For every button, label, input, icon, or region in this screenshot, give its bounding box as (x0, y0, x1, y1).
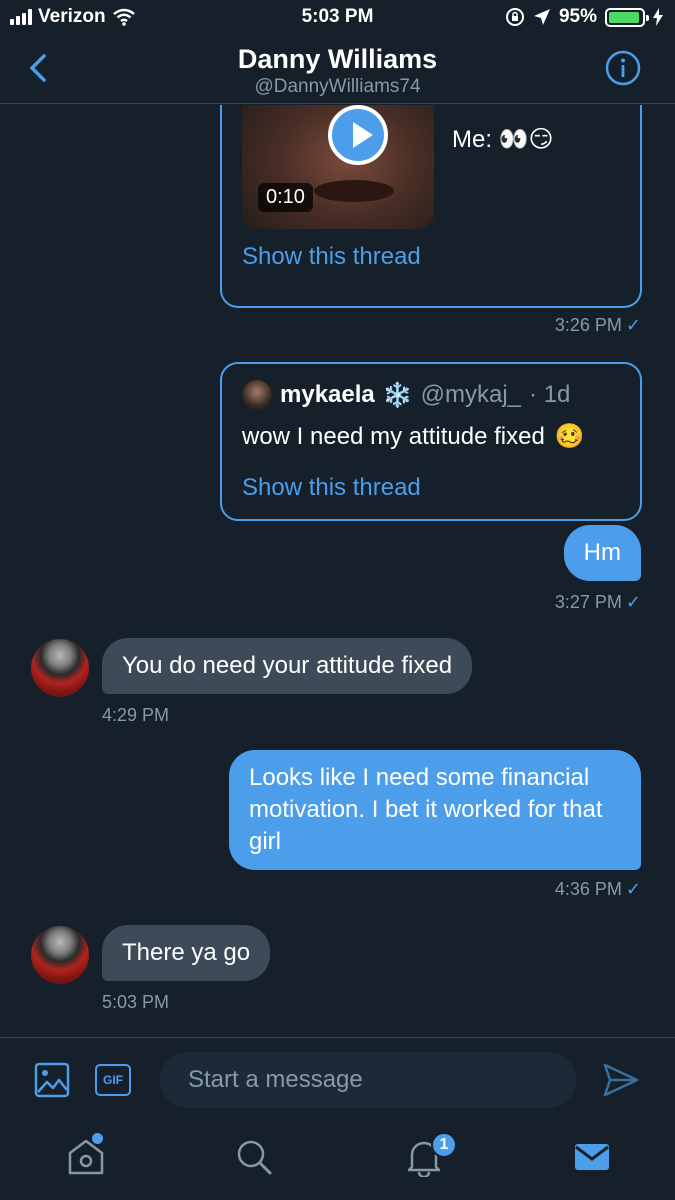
search-tab[interactable] (234, 1137, 274, 1177)
conversation-header: Danny Williams @DannyWilliams74 (0, 34, 675, 104)
video-thumbnail[interactable]: 0:10 (242, 105, 434, 229)
message-timestamp: 4:29 PM (102, 705, 170, 725)
contact-handle: @DannyWilliams74 (254, 76, 421, 97)
show-thread-link[interactable]: Show this thread (242, 474, 421, 502)
quoted-tweet-card[interactable]: mykaela ❄️ @mykaj_ · 1d wow I need my at… (220, 362, 642, 521)
sent-check-icon: ✓ (625, 879, 641, 899)
quoted-tweet-header: mykaela ❄️ @mykaj_ · 1d (242, 380, 570, 410)
rotation-lock-icon (505, 8, 524, 26)
status-right-group: 95% (505, 6, 663, 28)
message-timestamp: 3:26 PM ✓ (554, 315, 641, 335)
quoted-tweet-text: wow I need my attitude fixed 🥴 (242, 422, 585, 451)
message-input[interactable] (160, 1052, 576, 1108)
incoming-message[interactable]: There ya go (102, 925, 271, 981)
avatar[interactable] (242, 380, 272, 410)
message-list[interactable]: 0:10 Me: 👀😏 Show this thread 3:26 PM ✓ m… (0, 105, 675, 1037)
outgoing-message[interactable]: Hm (563, 525, 641, 581)
notifications-badge: 1 (431, 1132, 457, 1158)
gif-button[interactable]: GIF (95, 1064, 131, 1096)
play-icon[interactable] (328, 105, 388, 165)
home-new-dot (92, 1133, 103, 1144)
message-timestamp: 3:27 PM ✓ (554, 592, 641, 612)
quoted-author-name: mykaela (280, 381, 375, 408)
shared-video-tweet-card[interactable]: 0:10 Me: 👀😏 Show this thread (220, 105, 642, 308)
status-bar: Verizon 5:03 PM 95% (0, 0, 675, 34)
info-button[interactable] (605, 50, 641, 86)
messages-tab[interactable] (572, 1137, 612, 1177)
sent-check-icon: ✓ (625, 592, 641, 612)
tweet-text: Me: 👀😏 (452, 126, 554, 153)
contact-name: Danny Williams (237, 44, 438, 74)
battery-icon (605, 7, 649, 27)
outgoing-message[interactable]: Looks like I need some financial motivat… (229, 750, 641, 870)
battery-percent: 95% (558, 6, 597, 27)
sent-check-icon: ✓ (625, 315, 641, 335)
show-thread-link[interactable]: Show this thread (242, 243, 421, 271)
location-arrow-icon (533, 9, 550, 25)
avatar[interactable] (31, 639, 89, 697)
snowflake-icon: ❄️ (382, 381, 413, 409)
message-timestamp: 5:03 PM (102, 992, 170, 1012)
image-button[interactable] (34, 1062, 70, 1098)
avatar[interactable] (31, 926, 89, 984)
video-duration: 0:10 (258, 183, 313, 212)
bottom-tab-bar: 1 (0, 1121, 675, 1200)
woozy-face-icon: 🥴 (554, 423, 585, 450)
quoted-tweet-age: · 1d (529, 381, 571, 408)
message-composer: GIF (0, 1037, 675, 1121)
incoming-message[interactable]: You do need your attitude fixed (102, 638, 473, 694)
quoted-author-handle: @mykaj_ (420, 381, 522, 408)
charging-bolt-icon (653, 8, 663, 26)
message-timestamp: 4:36 PM ✓ (554, 879, 641, 899)
send-button[interactable] (602, 1062, 640, 1098)
